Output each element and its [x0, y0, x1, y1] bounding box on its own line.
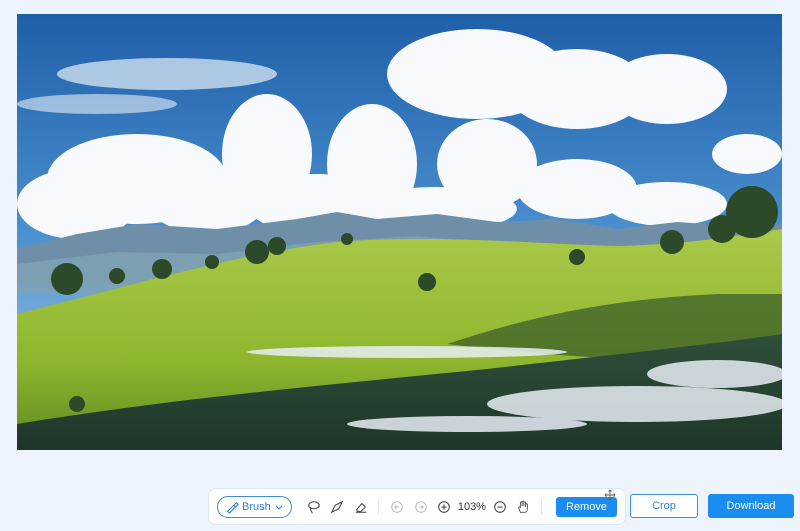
- undo-button[interactable]: [385, 495, 409, 519]
- zoom-out-button[interactable]: [488, 495, 512, 519]
- redo-icon: [414, 500, 427, 513]
- pen-tool-button[interactable]: [325, 495, 349, 519]
- brush-dropdown-button[interactable]: Brush: [217, 495, 292, 518]
- hand-icon: [518, 500, 529, 513]
- toolbar-divider: [378, 498, 380, 515]
- lasso-tool-button[interactable]: [302, 495, 326, 519]
- download-button[interactable]: Download: [708, 494, 794, 518]
- pan-tool-button[interactable]: [511, 495, 535, 519]
- redo-button[interactable]: [409, 495, 433, 519]
- undo-icon: [391, 500, 403, 513]
- toolbar-divider: [541, 498, 542, 515]
- edit-toolbar: Brush 103% Remove: [208, 488, 626, 525]
- eraser-icon: [355, 502, 366, 513]
- zoom-in-icon: [438, 500, 450, 513]
- move-icon[interactable]: [604, 489, 616, 501]
- image-canvas[interactable]: [17, 14, 782, 450]
- zoom-in-button[interactable]: [432, 495, 456, 519]
- zoom-level: 103%: [457, 500, 486, 513]
- brush-icon: [226, 501, 239, 514]
- pen-icon: [330, 500, 344, 513]
- eraser-tool-button[interactable]: [349, 495, 373, 519]
- chevron-down-icon: [275, 504, 283, 510]
- brush-label: Brush: [242, 500, 271, 513]
- crop-button[interactable]: Crop: [630, 494, 698, 518]
- zoom-out-icon: [493, 500, 506, 513]
- landscape-image: [17, 14, 782, 450]
- lasso-icon: [307, 500, 320, 513]
